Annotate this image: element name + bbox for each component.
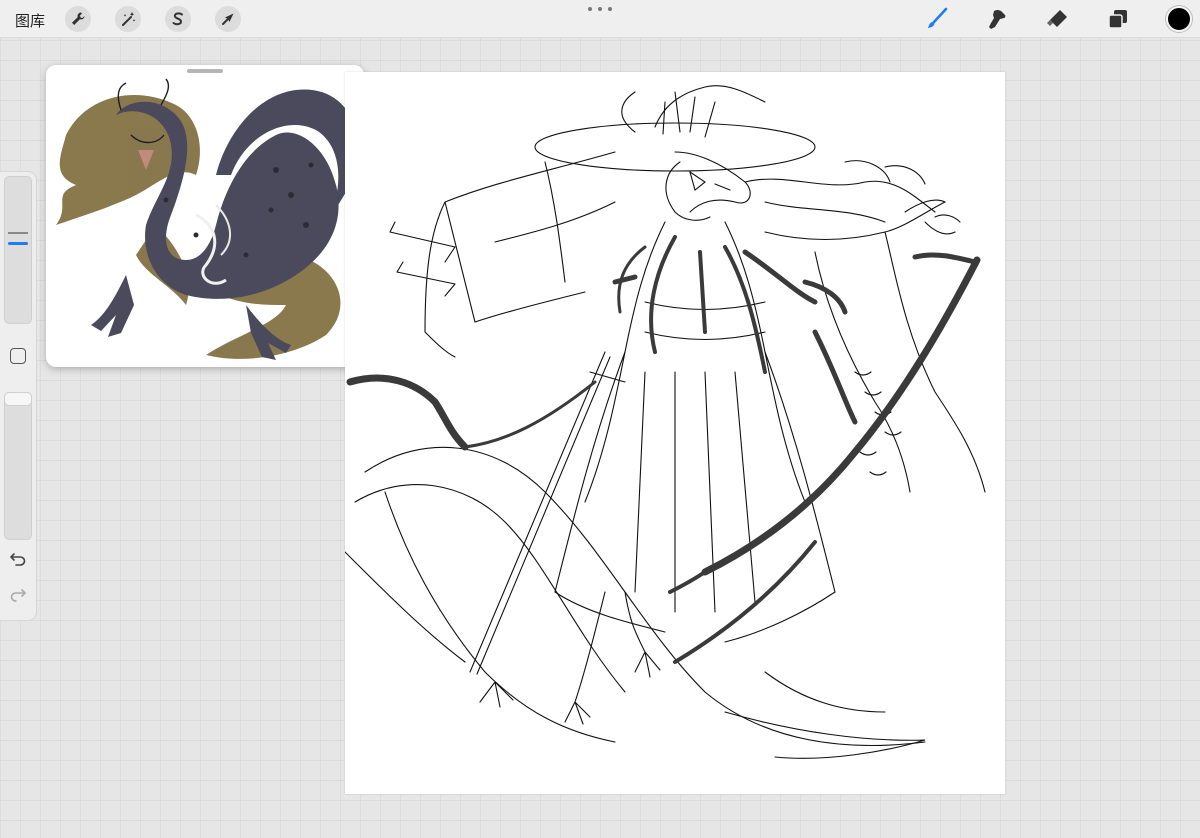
actions-button[interactable]: [65, 6, 91, 32]
layers-icon: [1108, 10, 1127, 29]
eraser-icon: [1047, 10, 1067, 27]
wrench-icon: [72, 12, 85, 25]
layers-tool-button[interactable]: [1105, 6, 1131, 32]
modify-square-icon[interactable]: [10, 348, 26, 364]
eraser-tool-button[interactable]: [1045, 6, 1071, 32]
dragon-color-reference: [56, 78, 359, 360]
top-toolbar: 图库: [0, 0, 1200, 38]
drawing-canvas[interactable]: [345, 72, 1005, 794]
brush-size-handle[interactable]: [8, 232, 28, 246]
brush-size-slider[interactable]: [4, 176, 32, 324]
color-swatch-button[interactable]: [1166, 6, 1192, 32]
smudge-tool-button[interactable]: [984, 6, 1010, 32]
arrow-cursor-icon: [222, 13, 234, 25]
redo-icon[interactable]: [9, 586, 27, 604]
selection-s-icon: [172, 12, 183, 26]
undo-icon[interactable]: [9, 550, 27, 568]
reference-drag-handle[interactable]: [187, 69, 223, 73]
brush-icon: [928, 7, 948, 28]
reference-window[interactable]: [46, 65, 364, 367]
gallery-button[interactable]: 图库: [15, 10, 45, 31]
brush-tool-button[interactable]: [924, 6, 950, 32]
selection-button[interactable]: [165, 6, 191, 32]
smudge-icon: [989, 9, 1006, 29]
magic-wand-icon: [122, 12, 136, 26]
dragon-warrior-line-sketch: [345, 85, 986, 759]
opacity-handle[interactable]: [4, 392, 32, 406]
opacity-slider[interactable]: [4, 392, 32, 540]
left-sidebar: [0, 172, 36, 620]
three-dots-icon[interactable]: [588, 4, 612, 14]
transform-button[interactable]: [215, 6, 241, 32]
adjustments-button[interactable]: [115, 6, 141, 32]
